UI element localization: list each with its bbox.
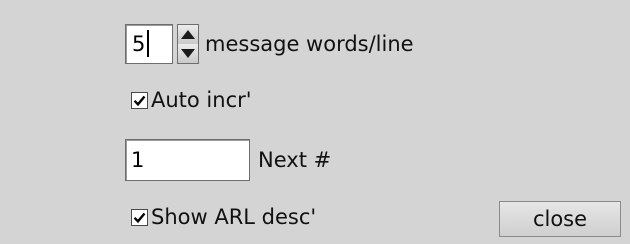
next-number-label: Next #: [258, 148, 332, 172]
checkmark-icon: [133, 212, 146, 224]
next-number-input[interactable]: 1: [125, 139, 250, 181]
next-number-value: 1: [131, 148, 145, 172]
show-arl-desc-checkbox[interactable]: [131, 209, 148, 226]
spin-up-button[interactable]: [178, 25, 198, 45]
settings-panel: 5 message words/line Auto incr' 1 Next #…: [0, 0, 630, 244]
words-per-line-label: message words/line: [205, 32, 414, 56]
words-per-line-spinner[interactable]: [177, 24, 199, 64]
words-per-line-input[interactable]: 5: [125, 24, 173, 64]
arrow-down-icon: [181, 49, 195, 58]
text-caret: [147, 30, 149, 57]
words-per-line-value: 5: [132, 32, 146, 56]
arrow-up-icon: [181, 30, 195, 39]
auto-increment-checkbox[interactable]: [131, 92, 148, 109]
show-arl-desc-label[interactable]: Show ARL desc': [151, 204, 316, 230]
checkmark-icon: [133, 95, 146, 107]
auto-increment-label[interactable]: Auto incr': [151, 87, 252, 113]
spin-down-button[interactable]: [178, 44, 198, 63]
close-button[interactable]: close: [499, 201, 621, 237]
